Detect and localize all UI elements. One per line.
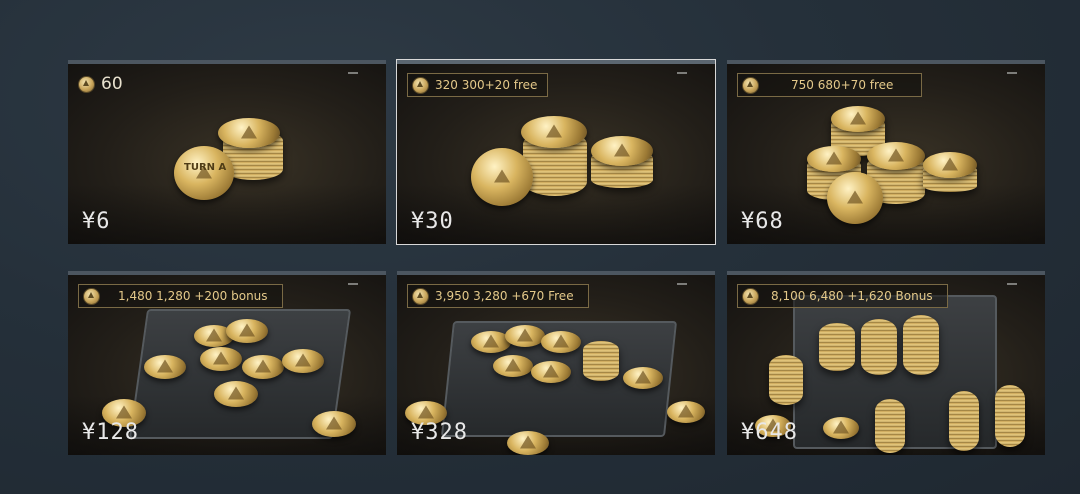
coin-image [541,331,581,353]
coin-icon [412,287,429,305]
coin-stack [769,355,803,405]
price-label: ¥30 [411,209,454,234]
coin-image [807,146,861,172]
coin-image [623,367,663,389]
coin-image [493,355,533,377]
price-label: ¥68 [741,209,784,234]
coin-stack [875,399,905,453]
coin-image [831,106,885,132]
coin-icon [83,287,100,305]
coin-icon [412,76,429,94]
coin-stack [861,319,897,375]
coin-image [507,431,549,455]
card-tag [677,283,687,285]
price-label: ¥128 [82,420,139,445]
amount-display: 3,950 3,280 +670 Free [407,284,589,308]
amount-display: 8,100 6,480 +1,620 Bonus [737,284,948,308]
package-card-320[interactable]: 320 300+20 free ¥30 [396,59,716,245]
price-label: ¥328 [411,420,468,445]
amount-label: 750 680+70 free [791,78,894,92]
amount-label: 1,480 1,280 +200 bonus [118,289,268,303]
coin-icon [742,76,759,94]
coin-image [242,355,284,379]
amount-label: 8,100 6,480 +1,620 Bonus [771,289,933,303]
package-card-750[interactable]: 750 680+70 free ¥68 [727,60,1045,244]
coin-image [144,355,186,379]
coin-stack [819,323,855,371]
coin-image [312,411,356,437]
card-tag [1007,283,1017,285]
coin-image [282,349,324,373]
price-label: ¥6 [82,209,111,234]
price-label: ¥648 [741,420,798,445]
coin-stack [903,315,939,375]
package-card-60[interactable]: TURN A 60 ¥6 [68,60,386,244]
amount-label: 60 [101,74,123,94]
card-tag [677,72,687,74]
coin-image [174,146,234,200]
amount-label: 320 300+20 free [435,78,538,92]
card-tag [1007,72,1017,74]
coin-image [218,118,280,148]
card-floor [68,184,386,244]
amount-display: 1,480 1,280 +200 bonus [78,284,283,308]
amount-label: 3,950 3,280 +670 Free [435,289,574,303]
package-card-3950[interactable]: 3,950 3,280 +670 Free ¥328 [397,271,715,455]
coin-image [505,325,545,347]
coin-image [823,417,859,439]
coin-image [827,172,883,224]
coin-image [471,148,533,206]
card-tag [348,283,358,285]
coin-image [591,136,653,166]
coin-image [521,116,587,148]
amount-display: 60 [78,73,123,95]
coin-image [531,361,571,383]
coin-image [923,152,977,178]
coin-image [214,381,258,407]
amount-display: 320 300+20 free [407,73,549,97]
coin-stack [583,341,619,381]
package-card-1480[interactable]: 1,480 1,280 +200 bonus ¥128 [68,271,386,455]
coin-stack [949,391,979,451]
card-tag [348,72,358,74]
coin-engraving: TURN A [184,162,227,173]
coin-image [867,142,925,170]
coin-image [226,319,268,343]
amount-display: 750 680+70 free [737,73,923,97]
coin-image [667,401,705,423]
coin-image [200,347,242,371]
coin-icon [742,287,759,305]
coin-stack [995,385,1025,447]
package-card-8100[interactable]: 8,100 6,480 +1,620 Bonus ¥648 [727,271,1045,455]
coin-icon [78,75,95,93]
